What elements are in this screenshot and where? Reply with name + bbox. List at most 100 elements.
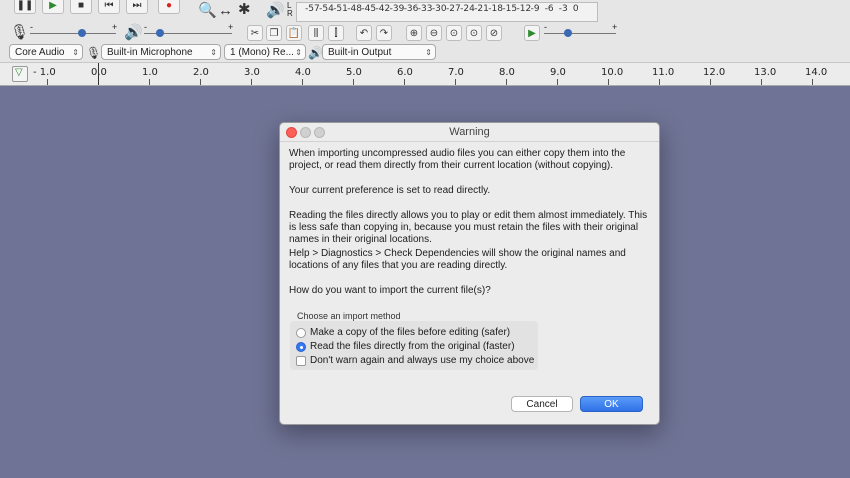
cancel-button[interactable]: Cancel	[511, 396, 573, 412]
audio-host-select[interactable]: Core Audio ⇕	[9, 44, 83, 60]
dialog-title: Warning	[449, 126, 490, 138]
play-at-speed-icon: ▶	[528, 27, 536, 39]
meter-tick-label: -54	[319, 4, 334, 14]
stop-button[interactable]: ■	[70, 0, 92, 14]
audio-host-value: Core Audio	[15, 47, 65, 58]
clipboard-icon: 📋	[287, 27, 301, 39]
meter-tick-label: -57	[305, 4, 320, 14]
ruler-tick	[251, 79, 252, 85]
playhead[interactable]	[98, 63, 99, 85]
ruler-tick	[812, 79, 813, 85]
meter-tick-label: -39	[389, 4, 405, 14]
zoom-window-icon	[314, 127, 325, 138]
ruler-label: 12.0	[703, 67, 726, 78]
undo-icon: ↶	[359, 27, 369, 39]
play-button[interactable]: ▶	[42, 0, 64, 14]
speed-slider-plus: +	[612, 22, 618, 32]
undo-button[interactable]: ↶	[356, 25, 372, 41]
import-method-group: Make a copy of the files before editing …	[290, 321, 538, 370]
redo-button[interactable]: ↷	[376, 25, 392, 41]
fit-project-button[interactable]: ⊙	[466, 25, 482, 41]
ruler-tick	[200, 79, 201, 85]
chevron-updown-icon: ⇕	[295, 48, 302, 57]
meter-tick-label: -15	[502, 4, 518, 14]
zoom-out-button[interactable]: ⊖	[426, 25, 442, 41]
recording-channels-select[interactable]: 1 (Mono) Re... ⇕	[224, 44, 306, 60]
ruler-tick	[149, 79, 150, 85]
meter-tick-label: -3	[558, 4, 568, 14]
skip-end-button[interactable]: ⏭	[126, 0, 148, 14]
mic-volume-thumb[interactable]	[78, 29, 86, 37]
zoom-in-icon: ⊕	[409, 27, 419, 39]
speaker-device-icon: 🔊	[308, 46, 323, 60]
checkbox-dont-warn[interactable]: Don't warn again and always use my choic…	[296, 354, 534, 367]
meter-tick-label: -18	[488, 4, 503, 14]
minimize-window-icon	[300, 127, 311, 138]
meter-tick-label: -36	[403, 4, 419, 14]
skip-end-icon: ⏭	[132, 0, 142, 11]
playback-device-select[interactable]: Built-in Output ⇕	[322, 44, 436, 60]
ok-button[interactable]: OK	[580, 396, 643, 412]
pause-button[interactable]: ❚❚	[14, 0, 36, 14]
meter-tick-label: -21	[474, 4, 489, 14]
radio-read-directly-label: Read the files directly from the origina…	[310, 341, 515, 352]
silence-button[interactable]: ⫿	[328, 25, 344, 41]
warning-dialog: Warning When importing uncompressed audi…	[279, 122, 660, 425]
timeline-options-button[interactable]: ▽	[12, 66, 28, 82]
checkbox-dont-warn-control[interactable]	[296, 355, 306, 366]
meter-tick-label: -30	[431, 4, 447, 14]
message-current-preference: Your current preference is set to read d…	[289, 185, 491, 196]
ruler-tick	[557, 79, 558, 85]
play-speed-slider[interactable]	[544, 33, 616, 34]
timeshift-tool-icon[interactable]: ↔	[218, 3, 233, 19]
ruler-label: 1.0	[142, 67, 158, 78]
timeline-ruler[interactable]: ▽ - 1.00.01.02.03.04.05.06.07.08.09.010.…	[0, 63, 850, 86]
meter-tick-label: -27	[446, 4, 461, 14]
skip-start-icon: ⏮	[104, 0, 114, 11]
speaker-slider-plus: +	[228, 22, 234, 32]
zoom-out-icon: ⊖	[429, 27, 439, 39]
paste-button[interactable]: 📋	[286, 25, 302, 41]
import-method-group-label: Choose an import method	[297, 311, 401, 321]
scissors-icon: ✂	[250, 27, 260, 39]
ruler-label: 2.0	[193, 67, 209, 78]
speed-slider-minus: -	[544, 22, 547, 32]
radio-read-directly[interactable]: Read the files directly from the origina…	[296, 340, 515, 353]
record-icon: ●	[165, 0, 173, 11]
play-at-speed-button[interactable]: ▶	[524, 25, 540, 41]
meter-tick-label: -33	[417, 4, 433, 14]
zoom-in-button[interactable]: ⊕	[406, 25, 422, 41]
ruler-label: 3.0	[244, 67, 260, 78]
cut-button[interactable]: ✂	[247, 25, 263, 41]
skip-start-button[interactable]: ⏮	[98, 0, 120, 14]
ruler-tick	[404, 79, 405, 85]
mic-slider-plus: +	[112, 22, 118, 32]
trim-icon: ⫼	[313, 27, 319, 39]
ruler-tick	[710, 79, 711, 85]
speaker-volume-thumb[interactable]	[156, 29, 164, 37]
close-window-icon[interactable]	[286, 127, 297, 138]
radio-copy-files[interactable]: Make a copy of the files before editing …	[296, 326, 510, 339]
ruler-label: 6.0	[397, 67, 413, 78]
mic-volume-slider[interactable]	[30, 33, 116, 34]
zoom-tool-icon[interactable]: 🔍	[198, 3, 217, 19]
trim-button[interactable]: ⫼	[308, 25, 324, 41]
play-speed-thumb[interactable]	[564, 29, 572, 37]
meter-tick-label: -24	[460, 4, 475, 14]
message-dependencies-help: Help > Diagnostics > Check Dependencies …	[289, 248, 626, 271]
radio-copy-files-control[interactable]	[296, 327, 306, 338]
ruler-tick	[353, 79, 354, 85]
zoom-toggle-button[interactable]: ⊘	[486, 25, 502, 41]
dialog-titlebar: Warning	[280, 123, 659, 142]
multi-tool-icon[interactable]: ✱	[238, 2, 251, 18]
fit-selection-button[interactable]: ⊙	[446, 25, 462, 41]
speaker-slider-minus: -	[144, 22, 147, 32]
meter-lr: L R	[287, 2, 293, 18]
ruler-tick	[455, 79, 456, 85]
recording-device-select[interactable]: Built-in Microphone ⇕	[101, 44, 221, 60]
copy-button[interactable]: ❐	[266, 25, 282, 41]
record-button[interactable]: ●	[158, 0, 180, 14]
radio-read-directly-control[interactable]	[296, 341, 306, 352]
meter-tick-label: -6	[544, 4, 554, 14]
radio-copy-files-label: Make a copy of the files before editing …	[310, 327, 511, 338]
